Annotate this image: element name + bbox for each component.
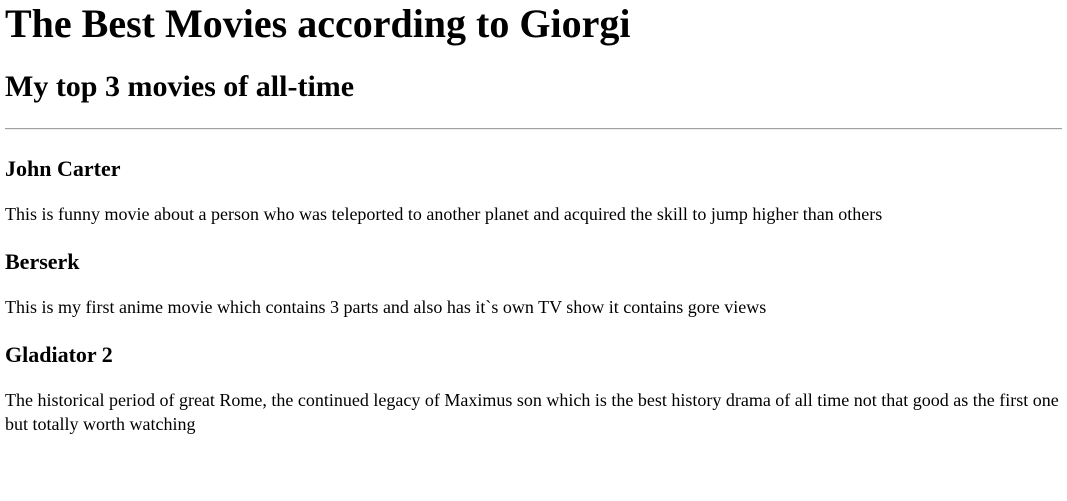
page-title: The Best Movies according to Giorgi xyxy=(5,1,631,46)
movie-item-john-carter: John Carter This is funny movie about a … xyxy=(5,156,1062,226)
movie-list: John Carter This is funny movie about a … xyxy=(5,156,1062,436)
movie-title: Gladiator 2 xyxy=(5,342,113,367)
movie-description: The historical period of great Rome, the… xyxy=(5,390,1059,434)
movie-description: This is funny movie about a person who w… xyxy=(5,204,883,224)
movie-title: John Carter xyxy=(5,156,121,181)
movie-description: This is my first anime movie which conta… xyxy=(5,297,767,317)
movie-title: Berserk xyxy=(5,249,80,274)
page-subtitle: My top 3 movies of all-time xyxy=(5,70,355,103)
divider xyxy=(5,128,1062,130)
movie-item-berserk: Berserk This is my first anime movie whi… xyxy=(5,249,1062,319)
movie-item-gladiator-2: Gladiator 2 The historical period of gre… xyxy=(5,342,1062,436)
